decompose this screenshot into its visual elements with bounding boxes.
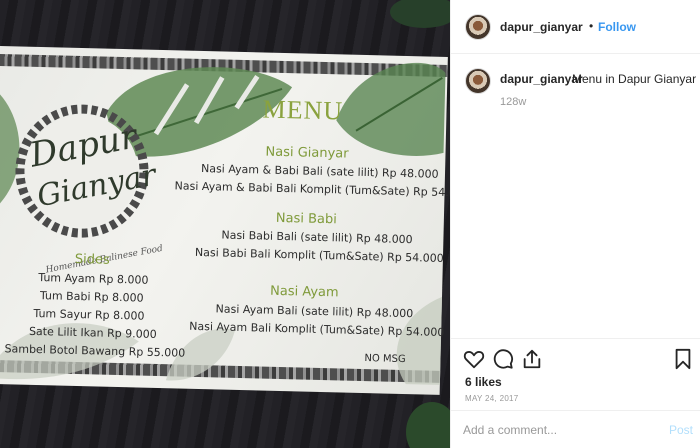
no-msg-note: NO MSG (364, 353, 406, 366)
avatar[interactable] (465, 68, 491, 94)
leaf-decoration-icon (390, 0, 450, 28)
menu-title: MENU (262, 94, 344, 126)
post-photo[interactable]: Dapur Gianyar Homemade Balinese Food MEN… (0, 0, 450, 448)
menu-item: Nasi Ayam & Babi Bali (sate lilit) Rp 48… (200, 161, 439, 181)
menu-item: Nasi Babi Bali (sate lilit) Rp 48.000 (221, 228, 413, 247)
caption-timestamp[interactable]: 128w (500, 96, 526, 108)
section-heading-nasi-ayam: Nasi Ayam (269, 283, 339, 301)
caption-text: Menu in Dapur Gianyar (572, 72, 697, 86)
restaurant-logo: Dapur Gianyar Homemade Balinese Food (5, 94, 164, 276)
side-item: Tum Sayur Rp 8.000 (33, 306, 145, 323)
menu-item: Nasi Ayam & Babi Bali Komplit (Tum&Sate)… (174, 179, 450, 200)
menu-card: Dapur Gianyar Homemade Balinese Food MEN… (0, 46, 450, 395)
heart-icon[interactable] (463, 348, 485, 370)
menu-item: Nasi Babi Bali Komplit (Tum&Sate) Rp 54.… (194, 245, 444, 265)
comment-icon[interactable] (492, 348, 514, 370)
post-sidebar: dapur_gianyar • Follow dapur_gianyar Men… (450, 0, 700, 448)
comment-box: Post (451, 410, 700, 448)
likes-count[interactable]: 6 likes (465, 375, 502, 389)
side-item: Tum Babi Rp 8.000 (39, 289, 144, 305)
leaf-decoration-icon (406, 402, 450, 448)
post-date[interactable]: MAY 24, 2017 (465, 394, 519, 403)
comment-input[interactable] (463, 420, 653, 440)
section-heading-nasi-babi: Nasi Babi (275, 210, 338, 228)
share-icon[interactable] (521, 348, 543, 370)
caption-username[interactable]: dapur_gianyar (500, 72, 583, 86)
menu-item: Nasi Ayam Bali (sate lilit) Rp 48.000 (215, 302, 414, 321)
avatar[interactable] (465, 14, 491, 40)
separator-dot: • (589, 19, 594, 33)
post-comment-button[interactable]: Post (669, 423, 693, 437)
post-header: dapur_gianyar • Follow (451, 0, 700, 54)
sides-heading: Sides (74, 251, 110, 268)
bookmark-icon[interactable] (672, 348, 694, 370)
section-heading-nasi-gianyar: Nasi Gianyar (265, 144, 349, 162)
follow-button[interactable]: Follow (598, 20, 636, 34)
side-item: Tum Ayam Rp 8.000 (38, 271, 149, 287)
header-username[interactable]: dapur_gianyar (500, 20, 583, 34)
